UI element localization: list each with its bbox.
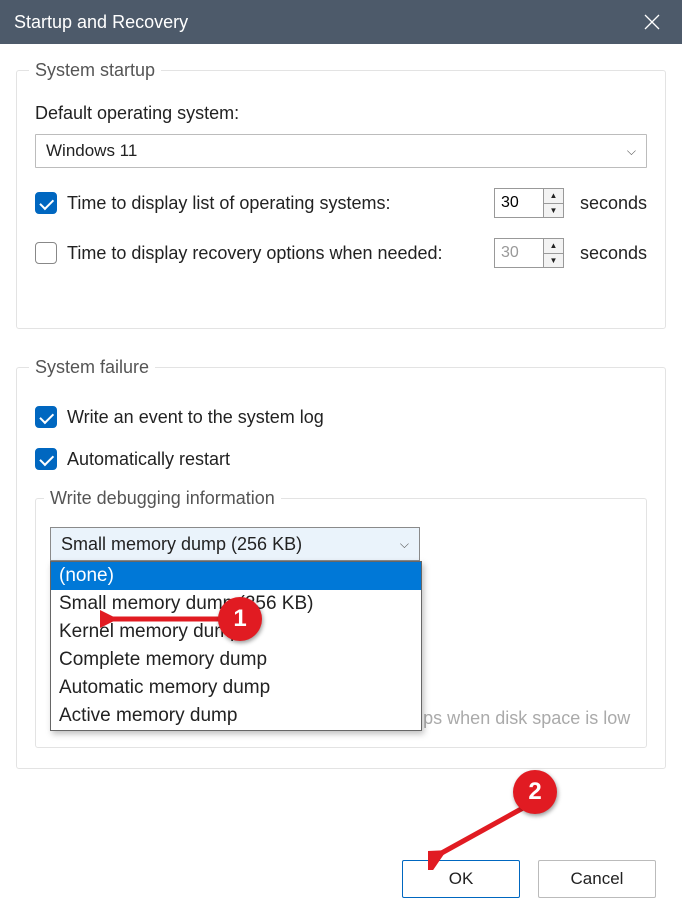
write-debug-group: Write debugging information Small memory… bbox=[35, 488, 647, 748]
ok-button[interactable]: OK bbox=[402, 860, 520, 898]
spinner-buttons: ▲ ▼ bbox=[543, 239, 563, 267]
time-recovery-spinner[interactable]: ▲ ▼ bbox=[494, 238, 564, 268]
time-recovery-label: Time to display recovery options when ne… bbox=[67, 243, 443, 264]
write-debug-legend: Write debugging information bbox=[44, 488, 281, 509]
system-failure-legend: System failure bbox=[29, 357, 155, 378]
time-list-checkbox[interactable] bbox=[35, 192, 57, 214]
debug-option-automatic[interactable]: Automatic memory dump bbox=[51, 674, 421, 702]
close-icon[interactable] bbox=[636, 6, 668, 38]
chevron-down-icon: ⌵ bbox=[627, 144, 636, 159]
time-list-unit: seconds bbox=[580, 193, 647, 214]
debug-info-selected: Small memory dump (256 KB) bbox=[61, 534, 302, 555]
chevron-down-icon: ⌵ bbox=[400, 537, 409, 552]
system-failure-group: System failure Write an event to the sys… bbox=[16, 357, 666, 769]
chevron-up-icon[interactable]: ▲ bbox=[544, 189, 563, 204]
time-recovery-value bbox=[495, 239, 543, 267]
dialog-body: System startup Default operating system:… bbox=[0, 44, 682, 769]
system-startup-group: System startup Default operating system:… bbox=[16, 60, 666, 329]
time-list-label: Time to display list of operating system… bbox=[67, 193, 390, 214]
system-startup-legend: System startup bbox=[29, 60, 161, 81]
auto-restart-row: Automatically restart bbox=[35, 448, 647, 470]
chevron-up-icon[interactable]: ▲ bbox=[544, 239, 563, 254]
default-os-label: Default operating system: bbox=[35, 103, 647, 124]
auto-restart-label: Automatically restart bbox=[67, 449, 230, 470]
dialog-buttons: OK Cancel bbox=[402, 860, 656, 898]
time-list-spinner[interactable]: ▲ ▼ bbox=[494, 188, 564, 218]
debug-info-combo[interactable]: Small memory dump (256 KB) ⌵ (none) Smal… bbox=[50, 527, 420, 561]
debug-option-none[interactable]: (none) bbox=[51, 562, 421, 590]
chevron-down-icon[interactable]: ▼ bbox=[544, 254, 563, 268]
debug-option-complete[interactable]: Complete memory dump bbox=[51, 646, 421, 674]
default-os-value: Windows 11 bbox=[46, 141, 137, 161]
titlebar: Startup and Recovery bbox=[0, 0, 682, 44]
time-list-row: Time to display list of operating system… bbox=[35, 188, 647, 218]
annotation-badge-2: 2 bbox=[513, 770, 557, 814]
window-title: Startup and Recovery bbox=[14, 12, 188, 33]
time-list-value[interactable] bbox=[495, 189, 543, 217]
write-event-label: Write an event to the system log bbox=[67, 407, 324, 428]
auto-restart-checkbox[interactable] bbox=[35, 448, 57, 470]
default-os-select[interactable]: Windows 11 ⌵ bbox=[35, 134, 647, 168]
annotation-badge-1: 1 bbox=[218, 597, 262, 641]
time-recovery-row: Time to display recovery options when ne… bbox=[35, 238, 647, 268]
spinner-buttons: ▲ ▼ bbox=[543, 189, 563, 217]
debug-info-dropdown: (none) Small memory dump (256 KB) Kernel… bbox=[50, 561, 422, 731]
chevron-down-icon[interactable]: ▼ bbox=[544, 204, 563, 218]
write-event-checkbox[interactable] bbox=[35, 406, 57, 428]
debug-option-active[interactable]: Active memory dump bbox=[51, 702, 421, 730]
write-event-row: Write an event to the system log bbox=[35, 406, 647, 428]
time-recovery-unit: seconds bbox=[580, 243, 647, 264]
time-recovery-checkbox[interactable] bbox=[35, 242, 57, 264]
cancel-button[interactable]: Cancel bbox=[538, 860, 656, 898]
